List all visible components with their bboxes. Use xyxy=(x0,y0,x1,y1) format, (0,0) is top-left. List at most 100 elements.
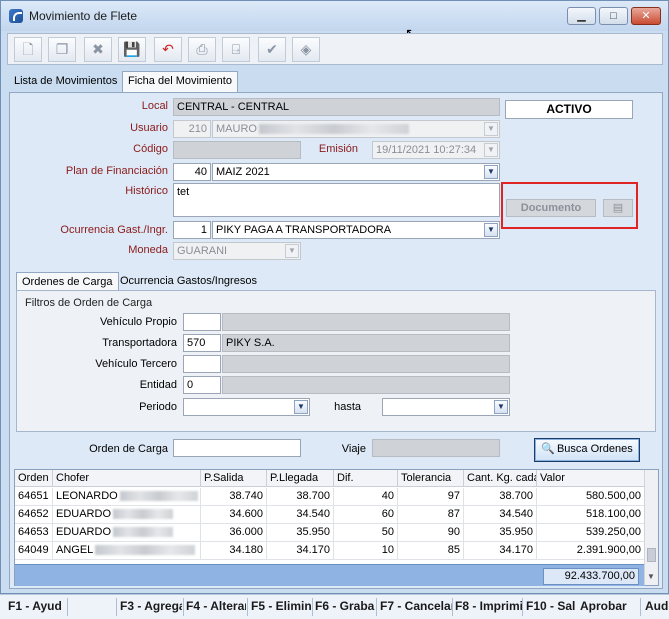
divider xyxy=(247,598,248,616)
cell-valor: 539.250,00 xyxy=(537,524,645,542)
emision-field: 19/11/2021 10:27:34 ▼ xyxy=(372,141,500,159)
divider xyxy=(312,598,313,616)
local-field: CENTRAL - CENTRAL xyxy=(173,98,500,116)
cell-salida: 38.740 xyxy=(201,488,267,506)
hasta-label: hasta xyxy=(334,401,361,413)
divider xyxy=(452,598,453,616)
document-icon[interactable]: ▤ xyxy=(603,199,633,217)
eraser-icon[interactable]: ◈ xyxy=(292,37,320,62)
historico-textarea[interactable]: tet xyxy=(173,183,500,217)
cell-chofer: EDUARDO xyxy=(53,524,201,542)
col-cant-kg[interactable]: Cant. Kg. cada xyxy=(464,470,537,487)
save-icon[interactable]: 💾 xyxy=(118,37,146,62)
cell-tolerancia: 85 xyxy=(398,542,464,560)
plan-code-field[interactable]: 40 xyxy=(173,163,211,181)
grid-header: Orden Chofer P.Salida P.Llegada Dif. Tol… xyxy=(15,470,645,487)
divider xyxy=(183,598,184,616)
vehiculo-propio-code[interactable] xyxy=(183,313,221,331)
inner-tabs: Ordenes de Carga Ocurrencia Gastos/Ingre… xyxy=(16,272,656,294)
print-icon[interactable]: ⎙ xyxy=(188,37,216,62)
f3-add-key[interactable]: F3 - Agrega xyxy=(120,599,182,613)
confirm-icon[interactable]: ✔ xyxy=(258,37,286,62)
undo-icon[interactable]: ↶ xyxy=(154,37,182,62)
usuario-name-text: MAURO xyxy=(216,123,257,135)
emision-label: Emisión xyxy=(318,143,358,155)
periodo-to-select[interactable]: ▼ xyxy=(382,398,510,416)
historico-label: Histórico xyxy=(125,185,168,197)
vehiculo-propio-label: Vehículo Propio xyxy=(99,316,177,328)
minimize-button[interactable]: ▁ xyxy=(567,7,596,25)
vertical-scrollbar[interactable]: ▼ xyxy=(644,470,658,585)
usuario-name-field: MAURO ▼ xyxy=(212,120,500,138)
entidad-name xyxy=(222,376,510,394)
ocurrencia-code-field[interactable]: 1 xyxy=(173,221,211,239)
moneda-value: GUARANI xyxy=(177,245,228,257)
delete-icon[interactable]: ✖ xyxy=(84,37,112,62)
f7-cancel-key[interactable]: F7 - Cancelar xyxy=(380,599,452,613)
viaje-label: Viaje xyxy=(341,443,366,455)
table-row[interactable]: 64651 LEONARDO 38.740 38.700 40 97 38.70… xyxy=(15,488,645,506)
col-chofer[interactable]: Chofer xyxy=(53,470,201,487)
tab-ficha-movimiento[interactable]: Ficha del Movimiento xyxy=(122,71,238,93)
maximize-button[interactable]: □ xyxy=(599,7,628,25)
chevron-down-icon[interactable]: ▼ xyxy=(647,572,655,581)
moneda-label: Moneda xyxy=(128,244,168,256)
chevron-down-icon[interactable]: ▼ xyxy=(494,400,508,414)
documento-button[interactable]: Documento xyxy=(506,199,596,217)
chevron-down-icon[interactable]: ▼ xyxy=(484,223,498,237)
f1-help-key[interactable]: F1 - Ayud xyxy=(8,599,66,613)
redacted-text xyxy=(113,527,174,538)
vehiculo-tercero-code[interactable] xyxy=(183,355,221,373)
ordenes-grid: Orden Chofer P.Salida P.Llegada Dif. Tol… xyxy=(14,469,659,586)
tab-ocurrencia-gastos[interactable]: Ocurrencia Gastos/Ingresos xyxy=(115,272,262,292)
table-row[interactable]: 64653 EDUARDO 36.000 35.950 50 90 35.950… xyxy=(15,524,645,542)
orden-carga-input[interactable] xyxy=(173,439,301,457)
chofer-name: ANGEL xyxy=(56,544,94,556)
divider xyxy=(116,598,117,616)
chevron-down-icon: ▼ xyxy=(285,244,299,258)
divider xyxy=(376,598,377,616)
aud-key[interactable]: Aud xyxy=(645,599,669,613)
local-label: Local xyxy=(141,100,168,112)
chevron-down-icon[interactable]: ▼ xyxy=(484,165,498,179)
cell-salida: 34.180 xyxy=(201,542,267,560)
table-row[interactable]: 64049 ANGEL 34.180 34.170 10 85 34.170 2… xyxy=(15,542,645,560)
cell-llegada: 34.540 xyxy=(267,506,334,524)
chevron-down-icon: ▼ xyxy=(484,122,498,136)
exit-icon[interactable]: ⍈ xyxy=(222,37,250,62)
close-button[interactable]: ✕ xyxy=(631,7,661,25)
ocurrencia-select[interactable]: PIKY PAGA A TRANSPORTADORA ▼ xyxy=(212,221,500,239)
tab-lista-movimientos[interactable]: Lista de Movimientos xyxy=(9,72,122,92)
cell-tolerancia: 90 xyxy=(398,524,464,542)
col-salida[interactable]: P.Salida xyxy=(201,470,267,487)
cell-orden: 64651 xyxy=(15,488,53,506)
new-icon[interactable]: 🗋 xyxy=(14,37,42,62)
f8-print-key[interactable]: F8 - Imprimi xyxy=(455,599,522,613)
f10-exit-key[interactable]: F10 - Sali xyxy=(526,599,576,613)
moneda-select: GUARANI ▼ xyxy=(173,242,301,260)
window-title: Movimiento de Flete xyxy=(29,9,138,23)
scrollbar-thumb[interactable] xyxy=(647,548,656,562)
plan-name: MAIZ 2021 xyxy=(216,166,270,178)
busca-ordenes-button[interactable]: 🔍 Busca Ordenes xyxy=(534,438,640,462)
aprobar-key[interactable]: Aprobar xyxy=(580,599,630,613)
col-orden[interactable]: Orden xyxy=(15,470,53,487)
copy-icon[interactable]: ❐ xyxy=(48,37,76,62)
col-tolerancia[interactable]: Tolerancia xyxy=(398,470,464,487)
cell-dif: 60 xyxy=(334,506,398,524)
cell-tolerancia: 97 xyxy=(398,488,464,506)
app-icon xyxy=(9,9,23,23)
table-row[interactable]: 64652 EDUARDO 34.600 34.540 60 87 34.540… xyxy=(15,506,645,524)
col-llegada[interactable]: P.Llegada xyxy=(267,470,334,487)
col-valor[interactable]: Valor xyxy=(537,470,645,487)
transportadora-code[interactable]: 570 xyxy=(183,334,221,352)
cell-dif: 40 xyxy=(334,488,398,506)
redacted-text xyxy=(119,491,198,502)
total-valor: 92.433.700,00 xyxy=(543,568,639,585)
col-dif[interactable]: Dif. xyxy=(334,470,398,487)
f6-save-key[interactable]: F6 - Grabar xyxy=(315,599,375,613)
plan-select[interactable]: MAIZ 2021 ▼ xyxy=(212,163,500,181)
f4-edit-key[interactable]: F4 - Alterar xyxy=(186,599,246,613)
f5-delete-key[interactable]: F5 - Elimina xyxy=(251,599,311,613)
entidad-code[interactable]: 0 xyxy=(183,376,221,394)
